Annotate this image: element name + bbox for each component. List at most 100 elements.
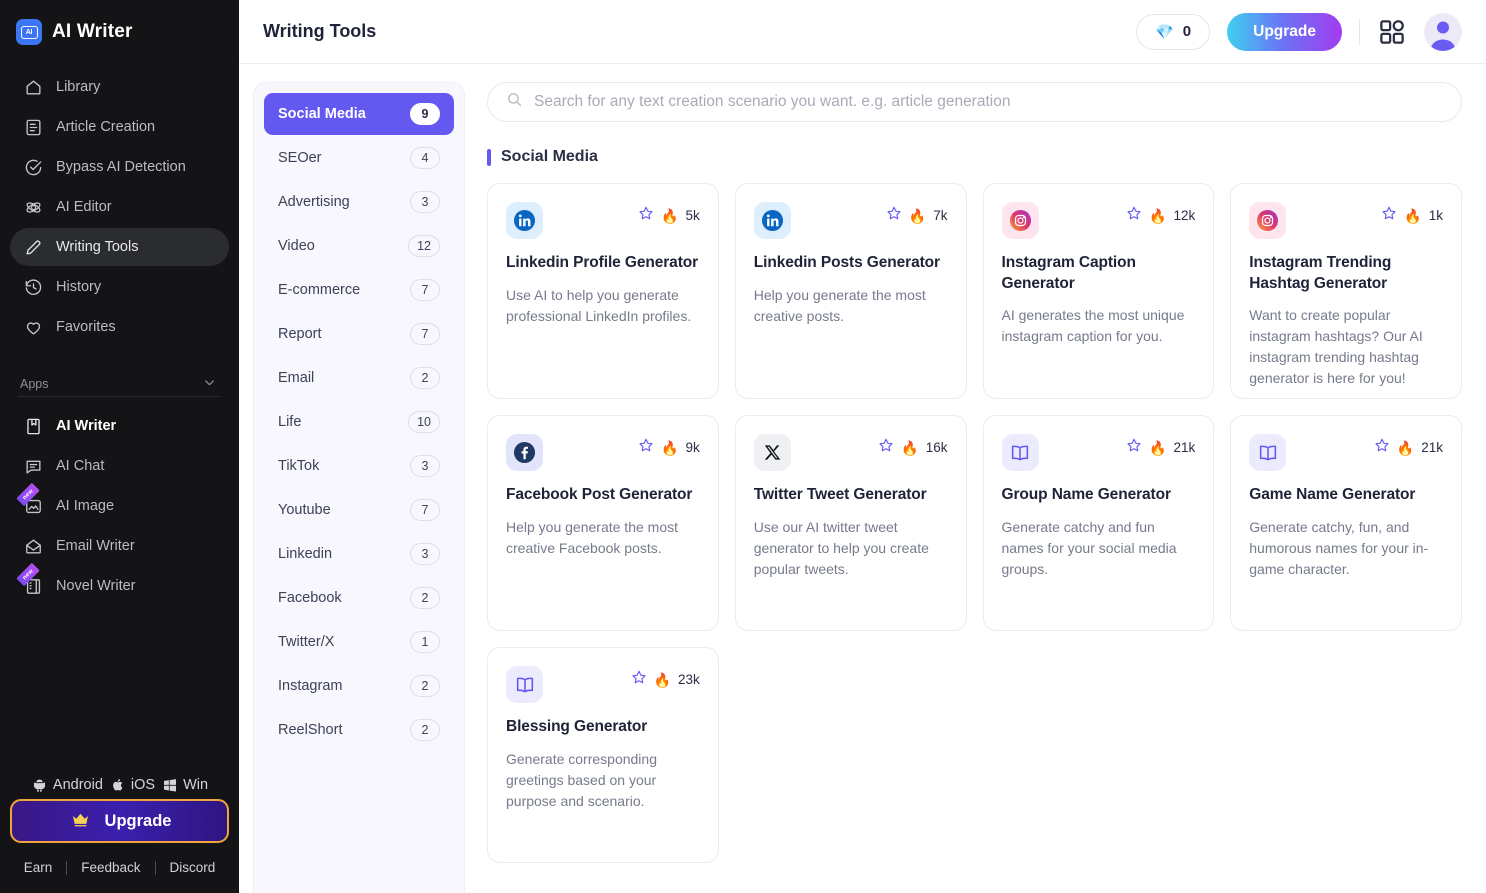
category-report[interactable]: Report 7 — [264, 313, 454, 355]
card-description: AI generates the most unique instagram c… — [1001, 307, 1185, 345]
category-video[interactable]: Video 12 — [264, 225, 454, 267]
envelope-icon — [24, 537, 43, 556]
category-label: E-commerce — [278, 282, 361, 298]
category-youtube[interactable]: Youtube 7 — [264, 489, 454, 531]
platform-windows[interactable]: Win — [162, 777, 208, 793]
category-facebook[interactable]: Facebook 2 — [264, 577, 454, 619]
sidebar-item-ai-editor[interactable]: AI Editor — [10, 188, 229, 226]
tool-card[interactable]: 🔥 21k Group Name Generator Generate catc… — [982, 415, 1215, 631]
category-reelshort[interactable]: ReelShort 2 — [264, 709, 454, 751]
x-icon — [753, 434, 791, 471]
tool-card[interactable]: 🔥 12k Instagram Caption Generator AI gen… — [982, 183, 1215, 399]
hot-count: 9k — [685, 440, 700, 455]
link-discord[interactable]: Discord — [156, 860, 230, 875]
sidebar-item-writing-tools[interactable]: Writing Tools — [10, 228, 229, 266]
tool-card[interactable]: 🔥 21k Game Name Generator Generate catch… — [1230, 415, 1462, 631]
favorite-star-icon[interactable] — [1381, 205, 1397, 226]
upgrade-button[interactable]: Upgrade — [1227, 12, 1342, 51]
app-item-ai-chat[interactable]: AI Chat — [10, 447, 229, 485]
category-life[interactable]: Life 10 — [264, 401, 454, 443]
section-title: Social Media — [501, 148, 598, 165]
search-input[interactable] — [534, 93, 1443, 111]
favorite-star-icon[interactable] — [1126, 437, 1142, 458]
fire-icon: 🔥 — [908, 207, 927, 224]
avatar[interactable] — [1424, 12, 1462, 51]
app-item-ai-image[interactable]: new AI Image — [10, 482, 229, 525]
sidebar-item-article-creation[interactable]: Article Creation — [10, 108, 229, 146]
chevron-down-icon[interactable] — [202, 375, 217, 393]
link-feedback[interactable]: Feedback — [67, 860, 154, 875]
top-bar: Writing Tools 💎 0 Upgrade — [239, 0, 1486, 64]
book-icon — [1249, 434, 1287, 471]
category-count: 3 — [410, 455, 440, 477]
brand[interactable]: AI AI Writer — [0, 0, 239, 50]
favorite-star-icon[interactable] — [1126, 205, 1142, 226]
category-label: Facebook — [278, 590, 342, 606]
pencil-icon — [24, 238, 43, 257]
category-count: 2 — [410, 675, 440, 697]
category-tiktok[interactable]: TikTok 3 — [264, 445, 454, 487]
card-header: 🔥 9k — [506, 434, 700, 471]
app-root: AI AI Writer Library Article Creation By… — [0, 0, 1486, 893]
category-label: TikTok — [278, 458, 320, 474]
home-icon — [24, 78, 43, 97]
search-bar[interactable] — [487, 82, 1462, 122]
favorite-star-icon[interactable] — [886, 205, 902, 226]
card-description: Want to create popular instagram hashtag… — [1249, 307, 1423, 387]
apps-grid-icon[interactable] — [1377, 17, 1407, 47]
card-title: Game Name Generator — [1249, 486, 1416, 503]
tool-card[interactable]: 🔥 7k Linkedin Posts Generator Help you g… — [734, 183, 967, 399]
sidebar-item-label: Article Creation — [56, 119, 156, 135]
sidebar-upgrade-button[interactable]: Upgrade — [10, 799, 229, 843]
category-email[interactable]: Email 2 — [264, 357, 454, 399]
platform-label: Android — [52, 776, 103, 793]
platform-android[interactable]: Android — [31, 776, 103, 793]
category-label: Advertising — [278, 194, 350, 210]
card-description: Help you generate the most creative post… — [753, 286, 926, 324]
category-seoer[interactable]: SEOer 4 — [264, 137, 454, 179]
card-header: 🔥 23k — [506, 666, 700, 703]
app-logo-glyph: AI — [20, 25, 38, 39]
sidebar-item-label: Favorites — [56, 319, 116, 335]
favorite-star-icon[interactable] — [631, 669, 647, 690]
favorite-star-icon[interactable] — [1374, 437, 1390, 458]
tool-card[interactable]: 🔥 9k Facebook Post Generator Help you ge… — [487, 415, 719, 631]
app-item-email-writer[interactable]: Email Writer — [10, 527, 229, 565]
app-logo-icon: AI — [16, 19, 42, 45]
category-linkedin[interactable]: Linkedin 3 — [264, 533, 454, 575]
tool-card[interactable]: 🔥 1k Instagram Trending Hashtag Generato… — [1230, 183, 1462, 399]
favorite-star-icon[interactable] — [878, 437, 894, 458]
tool-card[interactable]: 🔥 23k Blessing Generator Generate corres… — [487, 647, 719, 863]
app-item-ai-writer[interactable]: AI Writer — [10, 407, 229, 445]
category-advertising[interactable]: Advertising 3 — [264, 181, 454, 223]
sidebar-item-favorites[interactable]: Favorites — [10, 308, 229, 346]
category-instagram[interactable]: Instagram 2 — [264, 665, 454, 707]
category-e-commerce[interactable]: E-commerce 7 — [264, 269, 454, 311]
sidebar-item-library[interactable]: Library — [10, 68, 229, 106]
category-twitter-x[interactable]: Twitter/X 1 — [264, 621, 454, 663]
favorite-star-icon[interactable] — [638, 437, 654, 458]
sidebar-item-history[interactable]: History — [10, 268, 229, 306]
link-earn[interactable]: Earn — [10, 860, 67, 875]
favorite-star-icon[interactable] — [638, 205, 654, 226]
app-item-novel-writer[interactable]: new Novel Writer — [10, 562, 229, 605]
credits-count: 0 — [1182, 23, 1192, 40]
card-meta: 🔥 9k — [638, 434, 700, 458]
fire-icon: 🔥 — [661, 207, 679, 224]
sidebar-item-bypass-ai-detection[interactable]: Bypass AI Detection — [10, 148, 229, 186]
main-area: Writing Tools 💎 0 Upgrade Social Media 9… — [239, 0, 1486, 893]
tool-card[interactable]: 🔥 5k Linkedin Profile Generator Use AI t… — [487, 183, 719, 399]
card-header: 🔥 21k — [1001, 434, 1195, 471]
category-social-media[interactable]: Social Media 9 — [264, 93, 454, 135]
card-description: Generate corresponding greetings based o… — [506, 750, 657, 809]
apps-list: AI Writer AI Chat new AI Image Email Wri… — [0, 407, 239, 605]
tool-card[interactable]: 🔥 16k Twitter Tweet Generator Use our AI… — [734, 415, 967, 631]
card-meta: 🔥 7k — [886, 202, 948, 226]
category-count: 2 — [410, 719, 440, 741]
card-title: Group Name Generator — [1001, 486, 1172, 503]
card-title: Instagram Trending Hashtag Generator — [1249, 254, 1392, 292]
platform-ios[interactable]: iOS — [110, 777, 155, 793]
credits-pill[interactable]: 💎 0 — [1136, 13, 1211, 50]
document-icon — [24, 118, 43, 137]
apps-section-header[interactable]: Apps — [0, 372, 239, 396]
